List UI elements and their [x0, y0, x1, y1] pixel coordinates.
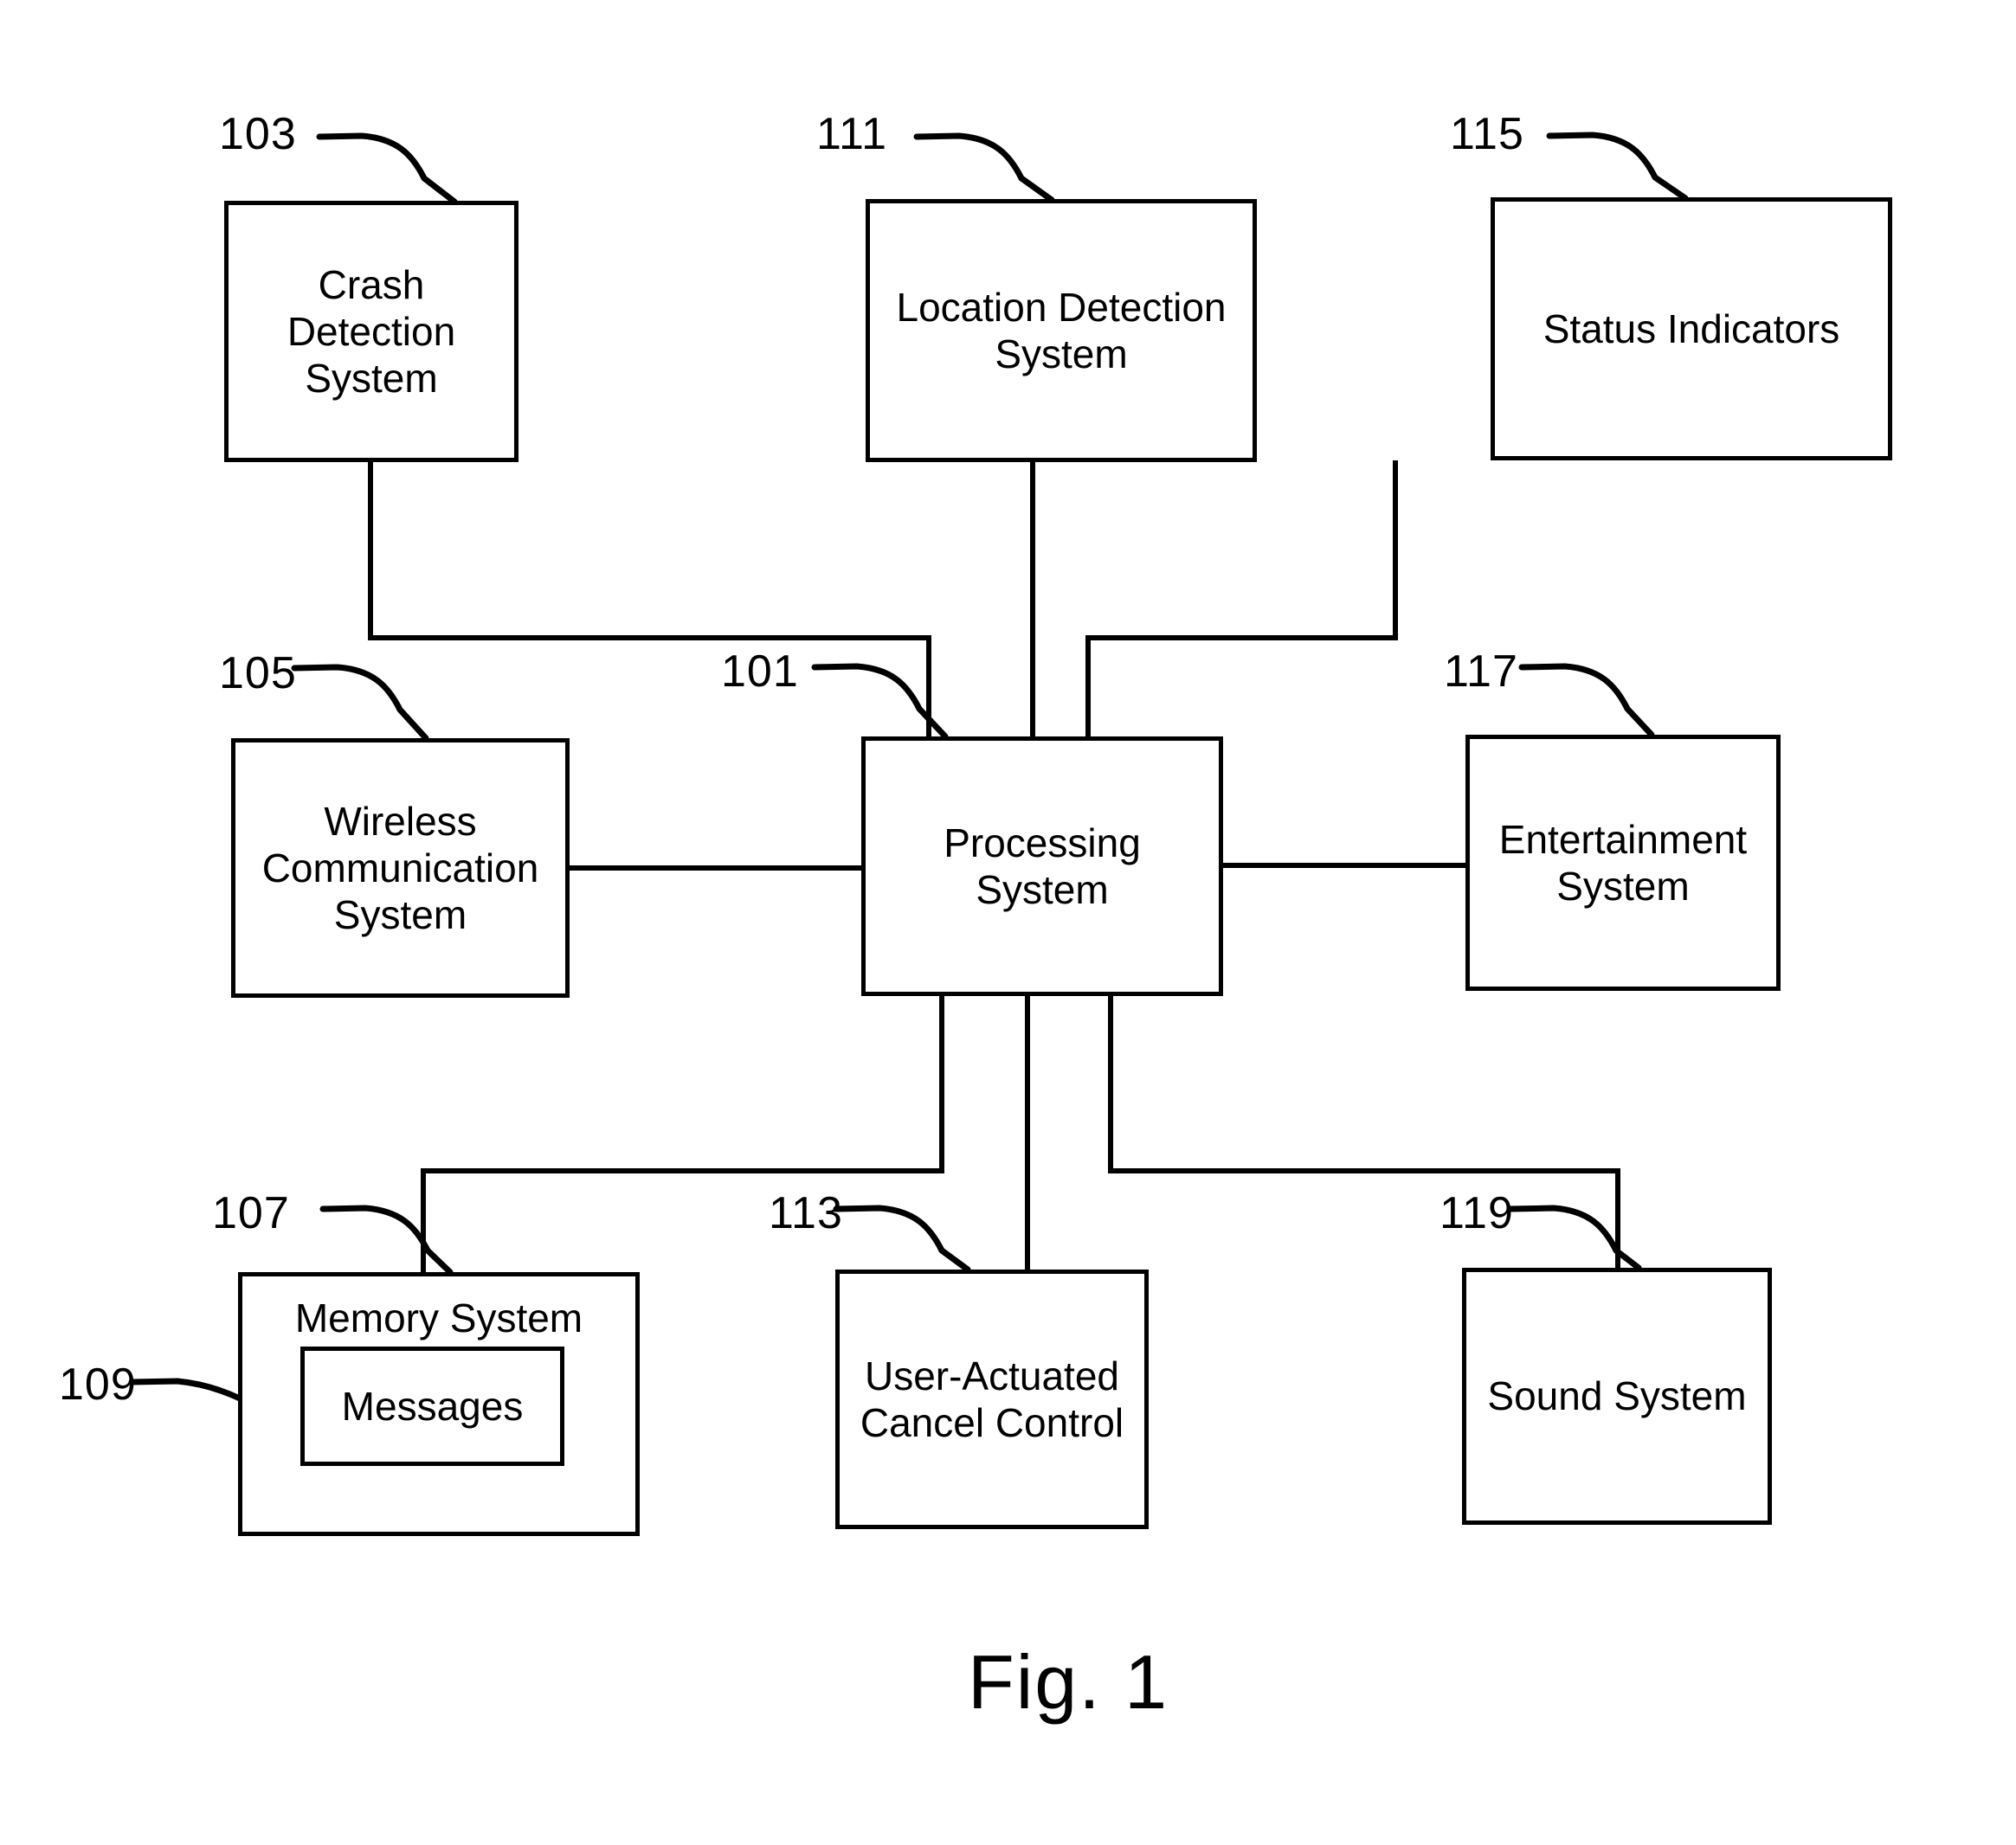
ref-number-101: 101: [721, 646, 799, 697]
block-label-crash-detection-system: Crash Detection System: [287, 261, 456, 402]
lead-line-111: [913, 132, 1055, 203]
lead-line-101: [811, 663, 949, 740]
block-label-entertainment-system: Entertainment System: [1498, 816, 1748, 909]
lead-line-105: [291, 664, 429, 742]
block-entertainment-system[interactable]: Entertainment System: [1465, 735, 1781, 991]
block-label-memory-system: Memory System: [294, 1295, 583, 1340]
block-status-indicators[interactable]: Status Indicators: [1491, 197, 1892, 460]
block-crash-detection-system[interactable]: Crash Detection System: [224, 201, 518, 462]
block-messages[interactable]: Messages: [300, 1347, 564, 1466]
block-processing-system[interactable]: Processing System: [861, 736, 1223, 996]
block-user-actuated-cancel-control[interactable]: User-Actuated Cancel Control: [835, 1270, 1149, 1529]
connector-status-indicators-to-processing: [1085, 460, 1398, 736]
connector-sound-to-processing: [1108, 996, 1620, 1268]
figure-caption: Fig. 1: [968, 1639, 1169, 1725]
block-wireless-communication-system[interactable]: Wireless Communication System: [231, 738, 570, 998]
block-label-processing-system: Processing System: [944, 820, 1141, 912]
ref-number-113: 113: [769, 1188, 843, 1238]
block-label-messages: Messages: [341, 1384, 524, 1429]
connector-memory-to-processing: [421, 996, 944, 1272]
block-label-location-detection-system: Location Detection System: [896, 284, 1227, 376]
ref-number-107: 107: [212, 1188, 290, 1238]
lead-line-107: [319, 1205, 454, 1276]
block-label-sound-system: Sound System: [1487, 1373, 1747, 1419]
ref-number-103: 103: [219, 109, 297, 159]
ref-number-105: 105: [219, 648, 297, 698]
block-sound-system[interactable]: Sound System: [1462, 1268, 1772, 1525]
lead-line-113: [833, 1205, 971, 1273]
block-label-user-actuated-cancel-control: User-Actuated Cancel Control: [860, 1353, 1124, 1445]
lead-line-103: [316, 132, 458, 205]
ref-number-119: 119: [1440, 1188, 1514, 1238]
block-location-detection-system[interactable]: Location Detection System: [866, 199, 1257, 462]
block-label-wireless-communication-system: Wireless Communication System: [261, 798, 539, 938]
block-label-status-indicators: Status Indicators: [1543, 305, 1840, 351]
connector-crash-detection-to-processing: [368, 462, 931, 736]
figure-page: 103 111 115 105 101 117 107 113 119 109 …: [0, 0, 2016, 1845]
lead-line-117: [1518, 663, 1655, 738]
lead-line-115: [1546, 132, 1689, 202]
ref-number-117: 117: [1444, 646, 1518, 697]
ref-number-111: 111: [816, 109, 888, 159]
ref-number-109: 109: [59, 1360, 137, 1410]
ref-number-115: 115: [1450, 109, 1524, 159]
